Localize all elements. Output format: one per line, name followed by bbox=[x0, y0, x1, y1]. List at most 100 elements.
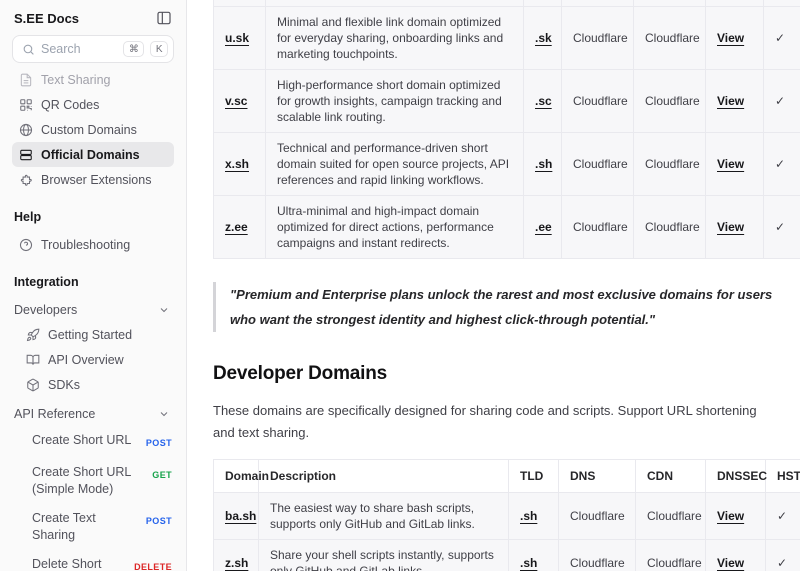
cmd-key: ⌘ bbox=[123, 41, 144, 57]
dns-value: Cloudflare bbox=[562, 196, 634, 259]
sidebar-item-label: Delete Short URL bbox=[32, 556, 128, 571]
dns-value: Cloudflare bbox=[559, 493, 636, 540]
search-box[interactable]: ⌘ K bbox=[12, 35, 174, 63]
k-key: K bbox=[150, 41, 168, 57]
sidebar: S.EE Docs ⌘ K Text Sharing bbox=[0, 0, 187, 571]
chevron-down-icon bbox=[158, 304, 170, 316]
tld-link[interactable]: .sk bbox=[535, 31, 552, 45]
sidebar-item-custom-domains[interactable]: Custom Domains bbox=[12, 117, 174, 142]
domain-link[interactable]: u.sk bbox=[225, 31, 249, 45]
cdn-value: Cloudflare bbox=[634, 70, 706, 133]
app-title: S.EE Docs bbox=[14, 11, 79, 26]
hsts-check: ✓ bbox=[764, 133, 800, 196]
dns-value: Cloudflare bbox=[562, 70, 634, 133]
dnssec-view-link[interactable]: View bbox=[717, 556, 744, 570]
domain-description: High-performance short domain optimized … bbox=[266, 70, 524, 133]
sidebar-item-label: Custom Domains bbox=[41, 123, 137, 137]
sidebar-item-create-short-url[interactable]: Create Short URL POST bbox=[22, 426, 174, 458]
tld-link[interactable]: .sh bbox=[520, 556, 537, 570]
column-header: CDN bbox=[636, 460, 706, 493]
method-badge: GET bbox=[152, 467, 172, 484]
table-row: u.sk Minimal and flexible link domain op… bbox=[214, 7, 800, 70]
group-api-reference[interactable]: API Reference bbox=[12, 401, 174, 426]
column-header: Description bbox=[259, 460, 509, 493]
tld-link[interactable]: .sh bbox=[535, 157, 552, 171]
developer-domains-table: Domain Description TLD DNS CDN DNSSEC HS… bbox=[213, 459, 800, 571]
sidebar-item-create-text-sharing[interactable]: Create Text Sharing POST bbox=[22, 504, 174, 550]
section-heading-integration: Integration bbox=[14, 275, 172, 289]
sidebar-item-qr-codes[interactable]: QR Codes bbox=[12, 92, 174, 117]
hsts-check: ✓ bbox=[764, 196, 800, 259]
qr-code-icon bbox=[19, 98, 33, 112]
column-header: DNSSEC bbox=[706, 460, 766, 493]
sidebar-item-label: SDKs bbox=[48, 378, 80, 392]
app-window: S.EE Docs ⌘ K Text Sharing bbox=[0, 0, 800, 571]
dnssec-view-link[interactable]: View bbox=[717, 94, 744, 108]
dnssec-view-link[interactable]: View bbox=[717, 509, 744, 523]
panel-left-icon bbox=[156, 10, 172, 26]
domain-link[interactable]: ba.sh bbox=[225, 509, 256, 523]
package-icon bbox=[26, 378, 40, 392]
book-open-icon bbox=[26, 353, 40, 367]
table-header-row: Domain Description TLD DNS CDN DNSSEC HS… bbox=[214, 460, 800, 493]
tld-link[interactable]: .sc bbox=[535, 94, 552, 108]
sidebar-item-official-domains[interactable]: Official Domains bbox=[12, 142, 174, 167]
domain-link[interactable]: v.sc bbox=[225, 94, 247, 108]
section-heading-help: Help bbox=[14, 210, 172, 224]
sidebar-item-label: Text Sharing bbox=[41, 73, 110, 87]
tld-link[interactable]: .sh bbox=[520, 509, 537, 523]
dns-value: Cloudflare bbox=[562, 133, 634, 196]
sidebar-item-delete-short-url[interactable]: Delete Short URL DELETE bbox=[22, 550, 174, 571]
method-badge: POST bbox=[146, 435, 172, 452]
file-text-icon bbox=[19, 73, 33, 87]
premium-quote: "Premium and Enterprise plans unlock the… bbox=[213, 282, 778, 332]
domain-description: Minimal and flexible link domain optimiz… bbox=[266, 7, 524, 70]
table-row: z.sh Share your shell scripts instantly,… bbox=[214, 540, 800, 571]
sidebar-item-api-overview[interactable]: API Overview bbox=[22, 347, 174, 372]
main-content: u.sk Minimal and flexible link domain op… bbox=[187, 0, 800, 571]
domain-description: Share your shell scripts instantly, supp… bbox=[259, 540, 509, 571]
domain-description: The easiest way to share bash scripts, s… bbox=[259, 493, 509, 540]
sidebar-item-getting-started[interactable]: Getting Started bbox=[22, 322, 174, 347]
hsts-check: ✓ bbox=[766, 493, 800, 540]
sidebar-item-label: Official Domains bbox=[41, 148, 140, 162]
domain-link[interactable]: z.sh bbox=[225, 556, 248, 570]
domain-link[interactable]: x.sh bbox=[225, 157, 249, 171]
cdn-value: Cloudflare bbox=[636, 540, 706, 571]
group-developers[interactable]: Developers bbox=[12, 297, 174, 322]
sidebar-toggle-button[interactable] bbox=[156, 10, 172, 26]
domain-description: Ultra-minimal and high-impact domain opt… bbox=[266, 196, 524, 259]
sidebar-item-label: Getting Started bbox=[48, 328, 132, 342]
sidebar-item-label: Create Text Sharing bbox=[32, 510, 140, 544]
search-input[interactable] bbox=[41, 42, 117, 56]
group-label-text: API Reference bbox=[14, 407, 95, 421]
sidebar-item-browser-extensions[interactable]: Browser Extensions bbox=[12, 167, 174, 192]
sidebar-item-create-short-url-simple[interactable]: Create Short URL (Simple Mode) GET bbox=[22, 458, 174, 504]
sidebar-item-troubleshooting[interactable]: Troubleshooting bbox=[12, 232, 174, 257]
dns-value: Cloudflare bbox=[562, 7, 634, 70]
table-row: z.ee Ultra-minimal and high-impact domai… bbox=[214, 196, 800, 259]
puzzle-icon bbox=[19, 173, 33, 187]
column-header: Domain bbox=[214, 460, 259, 493]
dnssec-view-link[interactable]: View bbox=[717, 220, 744, 234]
table-row: x.sh Technical and performance-driven sh… bbox=[214, 133, 800, 196]
sidebar-item-label: Create Short URL (Simple Mode) bbox=[32, 464, 146, 498]
sidebar-item-text-sharing[interactable]: Text Sharing bbox=[12, 67, 174, 92]
server-rows-icon bbox=[19, 148, 33, 162]
cdn-value: Cloudflare bbox=[634, 7, 706, 70]
dnssec-view-link[interactable]: View bbox=[717, 31, 744, 45]
cdn-value: Cloudflare bbox=[636, 493, 706, 540]
sidebar-item-sdks[interactable]: SDKs bbox=[22, 372, 174, 397]
globe-icon bbox=[19, 123, 33, 137]
tld-link[interactable]: .ee bbox=[535, 220, 552, 234]
table-row: ba.sh The easiest way to share bash scri… bbox=[214, 493, 800, 540]
column-header: HSTS bbox=[766, 460, 800, 493]
official-domains-table: u.sk Minimal and flexible link domain op… bbox=[213, 0, 800, 259]
dnssec-view-link[interactable]: View bbox=[717, 157, 744, 171]
domain-link[interactable]: z.ee bbox=[225, 220, 248, 234]
sidebar-item-label: QR Codes bbox=[41, 98, 99, 112]
page-heading-developer-domains: Developer Domains bbox=[213, 363, 800, 385]
chevron-down-icon bbox=[158, 408, 170, 420]
method-badge: POST bbox=[146, 513, 172, 530]
column-header: TLD bbox=[509, 460, 559, 493]
